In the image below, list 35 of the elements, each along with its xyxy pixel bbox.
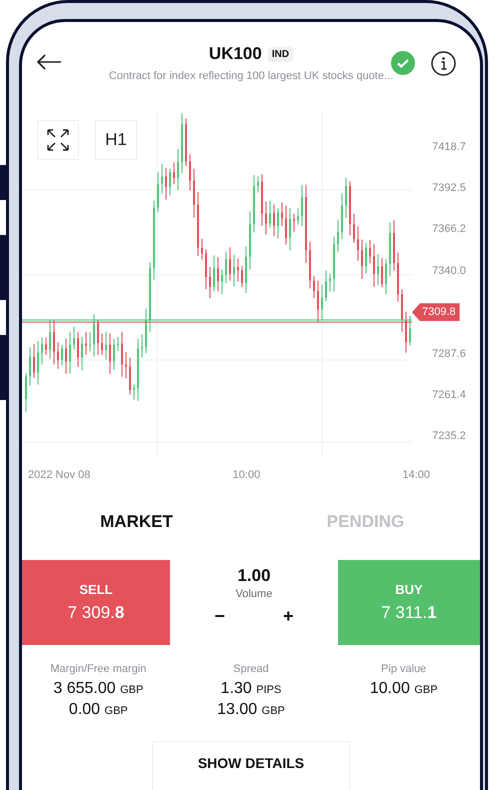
info-label: Pip value [381, 663, 426, 675]
order-type-tab[interactable]: MARKET [22, 492, 251, 552]
axis-label: 10:00 [232, 468, 260, 480]
price-tag: 7309.8 [412, 303, 460, 322]
info-value: 3 655.00 GBP [53, 680, 144, 698]
info-value: 10.00 GBP [370, 680, 438, 698]
expand-icon [46, 128, 70, 152]
axis-label: 7366.2 [431, 222, 467, 238]
axis-label: 14:00 [402, 468, 430, 480]
back-arrow-icon[interactable] [36, 54, 62, 70]
volume-value: 1.00 [237, 566, 271, 586]
instrument-title: UK100 [208, 44, 262, 64]
axis-label: 7392.5 [431, 181, 467, 196]
axis-label: 7418.7 [431, 140, 467, 155]
info-value: 0.00 GBP [68, 701, 128, 719]
info-value: 13.00 GBP [217, 701, 285, 719]
info-label: Spread [233, 663, 269, 675]
instrument-description: Contract for index reflecting 100 largest UK stocks quote... [108, 70, 394, 82]
show-details-button[interactable]: SHOW DETAILS [152, 741, 350, 790]
axis-label: 2022 Nov 08 [28, 468, 90, 480]
axis-label: 7261.4 [431, 388, 467, 403]
info-icon[interactable] [431, 51, 456, 76]
axis-label: 7235.2 [431, 429, 467, 444]
check-icon [391, 51, 415, 75]
decrease-button[interactable]: − [210, 606, 229, 627]
axis-label: 7287.6 [431, 346, 467, 362]
sell-button[interactable]: SELL 7 309.8 [22, 560, 170, 645]
info-label: Margin/Free margin [50, 663, 146, 675]
volume-label: Volume [236, 588, 272, 600]
timeframe-button[interactable]: H1 [95, 120, 137, 160]
info-value: 1.30 PIPS [220, 680, 282, 698]
increase-button[interactable]: + [279, 606, 298, 627]
fullscreen-button[interactable] [37, 120, 79, 160]
axis-label: 7340.0 [431, 264, 467, 279]
category-badge: IND [268, 46, 294, 62]
